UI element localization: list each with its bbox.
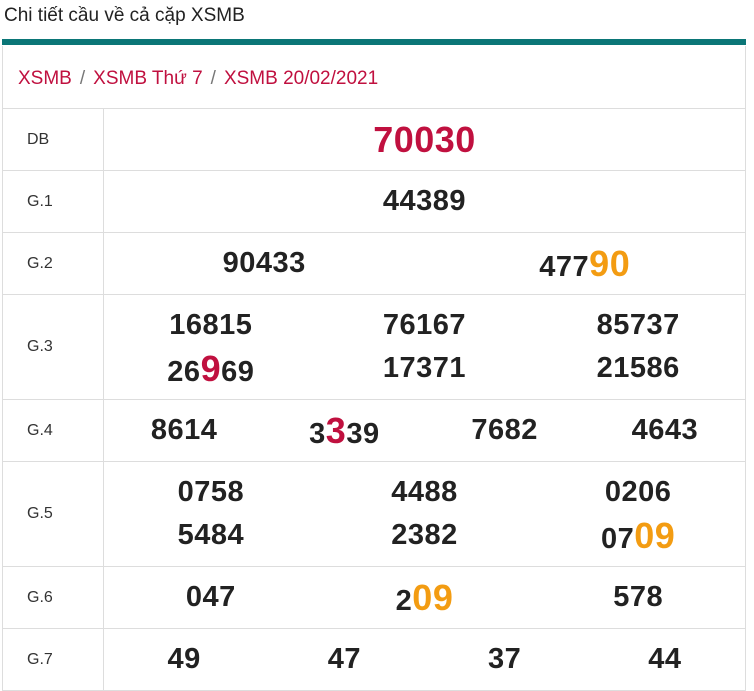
prize-numbers-cell: 49 47 37 44 — [103, 628, 746, 691]
prize-row: G.1 44389 — [2, 170, 746, 233]
prize-label: DB — [2, 108, 104, 171]
prize-row: G.3 16815 76167 85737 26969 17371 21586 — [2, 294, 746, 400]
result-number: 7682 — [471, 414, 538, 446]
prize-label: G.7 — [2, 628, 104, 691]
prize-row: G.4 8614 3339 7682 4643 — [2, 399, 746, 462]
number-line: 0758 4488 0206 — [104, 471, 745, 514]
result-number: 8614 — [150, 414, 218, 446]
result-number: 578 — [613, 581, 664, 613]
number-digits: 39 — [346, 417, 380, 450]
number-line: 16815 76167 85737 — [104, 304, 745, 347]
number-line: 44389 — [104, 180, 745, 223]
number-line: 90433 47790 — [104, 242, 745, 285]
result-number: 209 — [318, 577, 532, 619]
prize-row: G.7 49 47 37 44 — [2, 628, 746, 691]
number-digits: 69 — [221, 355, 255, 388]
number-line: 5484 2382 0709 — [104, 514, 745, 557]
number-line: 70030 — [104, 118, 745, 161]
number-digits: 3 — [309, 417, 326, 450]
result-number: 21586 — [596, 352, 680, 384]
highlighted-digits: 09 — [634, 514, 676, 556]
highlighted-digits: 9 — [200, 347, 222, 389]
number-line: 49 47 37 44 — [104, 638, 745, 681]
breadcrumb-link-xsmb-date[interactable]: XSMB 20/02/2021 — [224, 68, 378, 89]
result-number: 44389 — [382, 185, 467, 217]
result-number: 0206 — [604, 476, 672, 508]
result-number: 4488 — [391, 476, 458, 508]
prize-row: DB 70030 — [2, 108, 746, 171]
number-digits: 477 — [539, 250, 590, 283]
result-number: 44 — [648, 643, 682, 675]
result-number: 47 — [327, 643, 361, 675]
highlighted-digits: 3 — [325, 409, 347, 451]
prize-numbers-cell: 047 209 578 — [103, 566, 746, 629]
breadcrumb: XSMB / XSMB Thứ 7 / XSMB 20/02/2021 — [2, 46, 746, 108]
prize-label: G.4 — [2, 399, 104, 462]
prize-row: G.2 90433 47790 — [2, 232, 746, 295]
prize-numbers-cell: 44389 — [103, 170, 746, 233]
result-number: 2382 — [391, 519, 458, 551]
prize-numbers-cell: 90433 47790 — [103, 232, 746, 295]
prize-label: G.3 — [2, 294, 104, 400]
prize-numbers-cell: 70030 — [103, 108, 746, 171]
breadcrumb-separator: / — [79, 68, 86, 89]
breadcrumb-link-xsmb[interactable]: XSMB — [18, 68, 72, 89]
number-digits: 2 — [395, 584, 413, 617]
header-divider-bar — [2, 39, 746, 45]
prize-numbers-cell: 16815 76167 85737 26969 17371 21586 — [103, 294, 746, 400]
prize-label: G.5 — [2, 461, 104, 567]
result-number: 5484 — [177, 519, 245, 551]
page-title: Chi tiết cầu về cả cặp XSMB — [4, 5, 245, 26]
number-line: 047 209 578 — [104, 576, 745, 619]
result-number: 047 — [185, 581, 236, 613]
prize-numbers-cell: 0758 4488 0206 5484 2382 0709 — [103, 461, 746, 567]
result-number: 47790 — [425, 243, 746, 285]
number-digits: 26 — [167, 355, 201, 388]
prize-label: G.1 — [2, 170, 104, 233]
result-number: 90433 — [222, 247, 306, 279]
result-number: 37 — [487, 643, 522, 675]
result-number: 17371 — [382, 352, 467, 384]
result-number: 16815 — [169, 309, 253, 341]
highlighted-digits: 90 — [589, 242, 631, 284]
prize-label: G.6 — [2, 566, 104, 629]
result-number: 0758 — [177, 476, 245, 508]
breadcrumb-separator: / — [210, 68, 216, 89]
number-digits: 07 — [601, 522, 635, 555]
prize-numbers-cell: 8614 3339 7682 4643 — [103, 399, 746, 462]
prize-label: G.2 — [2, 232, 104, 295]
result-number: 85737 — [596, 309, 680, 341]
prize-row: G.6 047 209 578 — [2, 566, 746, 629]
prize-row: G.5 0758 4488 0206 5484 2382 0709 — [2, 461, 746, 567]
number-line: 26969 17371 21586 — [104, 347, 745, 390]
result-number: 76167 — [382, 309, 467, 341]
result-number: 70030 — [373, 118, 476, 160]
breadcrumb-link-xsmb-thu-7[interactable]: XSMB Thứ 7 — [93, 68, 203, 89]
result-number: 49 — [167, 643, 201, 675]
result-number: 0709 — [531, 515, 745, 557]
result-number: 3339 — [264, 410, 424, 452]
results-table: DB 70030 G.1 44389 G.2 90433 47790 G.3 16815 7616… — [2, 108, 746, 691]
result-number: 26969 — [104, 348, 318, 390]
highlighted-digits: 09 — [412, 576, 454, 618]
result-number: 4643 — [631, 414, 699, 446]
number-line: 8614 3339 7682 4643 — [104, 409, 745, 452]
